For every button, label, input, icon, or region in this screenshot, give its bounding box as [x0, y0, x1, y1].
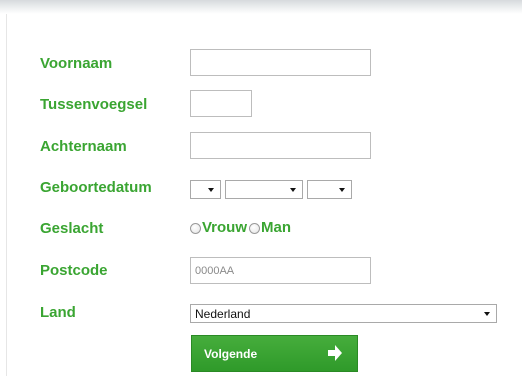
left-divider [6, 14, 7, 376]
volgende-button[interactable]: Volgende [191, 335, 358, 372]
land-label: Land [40, 304, 76, 321]
land-select[interactable]: Nederland [190, 304, 497, 323]
top-shadow [0, 0, 522, 14]
postcode-label: Postcode [40, 262, 108, 279]
geslacht-label: Geslacht [40, 220, 104, 237]
chevron-down-icon [290, 188, 296, 192]
man-radio-label[interactable]: Man [261, 219, 291, 237]
chevron-down-icon [484, 312, 490, 316]
voornaam-input[interactable] [190, 49, 371, 76]
chevron-down-icon [208, 188, 214, 192]
vrouw-radio[interactable] [190, 222, 201, 234]
geboortedatum-label: Geboortedatum [40, 179, 152, 196]
achternaam-input[interactable] [190, 132, 371, 159]
volgende-button-label: Volgende [204, 347, 258, 361]
birth-day-select[interactable] [190, 180, 221, 199]
chevron-down-icon [339, 188, 345, 192]
postcode-input[interactable] [190, 257, 371, 284]
birth-month-select[interactable] [225, 180, 303, 199]
achternaam-label: Achternaam [40, 138, 127, 155]
voornaam-label: Voornaam [40, 55, 113, 72]
tussenvoegsel-label: Tussenvoegsel [40, 96, 148, 113]
land-select-value: Nederland [195, 307, 251, 321]
geslacht-radio-group: Vrouw Man [190, 219, 293, 237]
birth-year-select[interactable] [307, 180, 352, 199]
tussenvoegsel-input[interactable] [190, 90, 252, 117]
vrouw-radio-label[interactable]: Vrouw [202, 219, 247, 237]
arrow-right-icon [328, 345, 342, 361]
man-radio[interactable] [249, 222, 261, 234]
